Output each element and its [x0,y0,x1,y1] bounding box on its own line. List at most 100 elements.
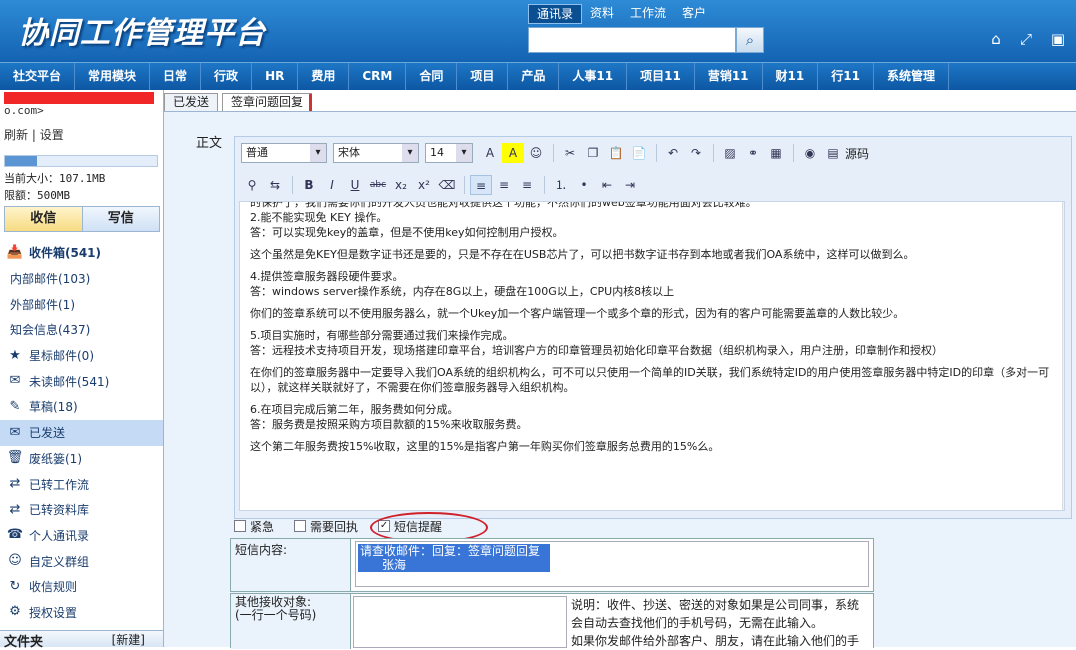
sidebar-folder[interactable]: ✉ 未读邮件(541) [0,368,163,394]
receipt-option[interactable]: 需要回执 [294,518,358,535]
preview-icon[interactable]: ◉ [799,143,821,163]
sidebar-folder[interactable]: ⇄ 已转工作流 [0,471,163,497]
sidebar-folder[interactable]: 📥 收件箱(541) [0,240,163,266]
menu-item[interactable]: 产品 [508,63,560,90]
underline-icon[interactable]: U [344,175,366,195]
paste-icon[interactable]: 📋 [605,143,627,163]
other-recipients-input[interactable] [353,596,567,648]
current-size: 当前大小：107.1MB [4,172,106,185]
font-select[interactable]: 宋体 [333,143,419,163]
align-center-icon[interactable]: ≡ [493,175,515,195]
table-icon[interactable]: ▦ [765,143,787,163]
tab-sent[interactable]: 已发送 [164,93,219,111]
image-icon[interactable]: ▨ [719,143,741,163]
link-icon[interactable]: ⚭ [742,143,764,163]
eraser-icon[interactable]: ⌫ [436,175,458,195]
topnav-customer[interactable]: 客户 [674,4,714,24]
sidebar-folder[interactable]: 内部邮件(103) [0,266,163,292]
sidebar-folder[interactable]: 外部邮件(1) [0,291,163,317]
editor-paragraph: 答：服务费是按照采购方项目款额的15%来收取服务费。 [250,418,528,431]
note-line: 说明：收件、抄送、密送的对象如果是公司同事，系统 [571,598,860,612]
cut-icon[interactable]: ✂ [559,143,581,163]
menu-item[interactable]: 人事11 [559,63,628,90]
text-color-icon[interactable]: A [479,143,501,163]
receipt-checkbox[interactable] [294,520,307,532]
expand-icon[interactable]: ⤢ [1016,30,1036,48]
editor-body[interactable]: 的保护了，我们需要你们的开发人员也能对收提供这个功能，不然你们的web签章功能用… [239,201,1065,511]
sidebar-folder[interactable]: ⚙ 授权设置 [0,600,163,626]
sidebar-folder[interactable]: ✉ 已发送 [0,419,163,446]
menu-item[interactable]: 营销11 [695,63,763,90]
find-icon[interactable]: ⚲ [241,175,263,195]
sidebar-folder[interactable]: ★ 星标邮件(0) [0,343,163,369]
folder-label: 已转工作流 [29,477,90,492]
menu-item[interactable]: 合同 [406,63,458,90]
bullet-list-icon[interactable]: • [573,175,595,195]
replace-icon[interactable]: ⇆ [264,175,286,195]
other-recipients-label: 其他接收对象: (一行一个号码) [231,594,351,649]
subscript-icon[interactable]: x₂ [390,175,412,195]
topnav-files[interactable]: 资料 [582,4,622,24]
menu-item[interactable]: 财11 [763,63,819,90]
redo-icon[interactable]: ↷ [685,143,707,163]
source-label[interactable]: 源码 [845,145,869,162]
sidebar-folder[interactable]: ☎ 个人通讯录 [0,523,163,549]
menu-item[interactable]: 项目 [457,63,509,90]
editor-paragraph: 5.项目实施时，有哪些部分需要通过我们来操作完成。 [250,329,514,342]
sidebar-folder[interactable]: ☺ 自定义群组 [0,548,163,574]
align-right-icon[interactable]: ≡ [516,175,538,195]
menu-item[interactable]: CRM [349,63,407,90]
window-icon[interactable]: ▣ [1048,30,1068,48]
menu-item[interactable]: 社交平台 [0,63,76,90]
outdent-icon[interactable]: ⇤ [596,175,618,195]
topnav-workflow[interactable]: 工作流 [622,4,674,24]
search-input[interactable] [528,27,736,53]
menu-item[interactable]: 行政 [201,63,253,90]
copy-icon[interactable]: ❐ [582,143,604,163]
editor-scrollbar[interactable] [1062,202,1065,510]
emoticon-icon[interactable]: ☺ [525,143,547,163]
menu-item[interactable]: 日常 [150,63,202,90]
sidebar-folder[interactable]: ✎ 草稿(18) [0,394,163,420]
sms-content-label: 短信内容: [231,539,351,591]
italic-icon[interactable]: I [321,175,343,195]
sidebar-folder[interactable]: 知会信息(437) [0,317,163,343]
menu-item[interactable]: 费用 [298,63,350,90]
receive-button[interactable]: 收信 [5,207,83,231]
new-folder-link[interactable]: [新建] [112,631,163,647]
toolbar-divider [292,176,293,194]
topnav-contacts[interactable]: 通讯录 [528,4,583,24]
refresh-link[interactable]: 刷新 [4,128,28,142]
align-left-icon[interactable]: ≡ [470,175,492,195]
menu-item[interactable]: 常用模块 [75,63,151,90]
sidebar-folder[interactable]: ⇄ 已转资料库 [0,497,163,523]
strikethrough-icon[interactable]: abc [367,175,389,195]
undo-icon[interactable]: ↶ [662,143,684,163]
menu-item[interactable]: 系统管理 [874,63,949,90]
compose-button[interactable]: 写信 [82,207,159,231]
scroll-thumb[interactable] [1064,302,1065,382]
ordered-list-icon[interactable]: ⒈ [550,175,572,195]
tab-reply[interactable]: 签章问题回复 [222,93,313,112]
urgent-option[interactable]: 紧急 [234,518,274,535]
folder-icon: ⇄ [9,501,21,517]
menu-item[interactable]: 项目11 [627,63,695,90]
indent-icon[interactable]: ⇥ [619,175,641,195]
source-icon[interactable]: ▤ [822,143,844,163]
urgent-checkbox[interactable] [234,520,246,532]
format-select[interactable]: 普通 [241,143,327,163]
bold-icon[interactable]: B [298,175,320,195]
home-icon[interactable]: ⌂ [986,30,1006,48]
search-icon[interactable]: ⌕ [736,27,764,53]
sidebar-folder[interactable]: ↻ 收信规则 [0,574,163,600]
menu-item[interactable]: HR [252,63,299,90]
superscript-icon[interactable]: x² [413,175,435,195]
size-select[interactable]: 14 [425,143,473,163]
sidebar-folder[interactable]: 🗑 废纸篓(1) [0,446,163,472]
menu-item[interactable]: 行11 [818,63,874,90]
paste-word-icon[interactable]: 📄 [628,143,650,163]
settings-link[interactable]: 设置 [40,128,64,142]
highlight-icon[interactable]: A [502,143,524,163]
folder-icon: ★ [9,347,21,363]
sms-textarea[interactable]: 请查收邮件：回复：签章问题回复 张海 [355,541,869,587]
